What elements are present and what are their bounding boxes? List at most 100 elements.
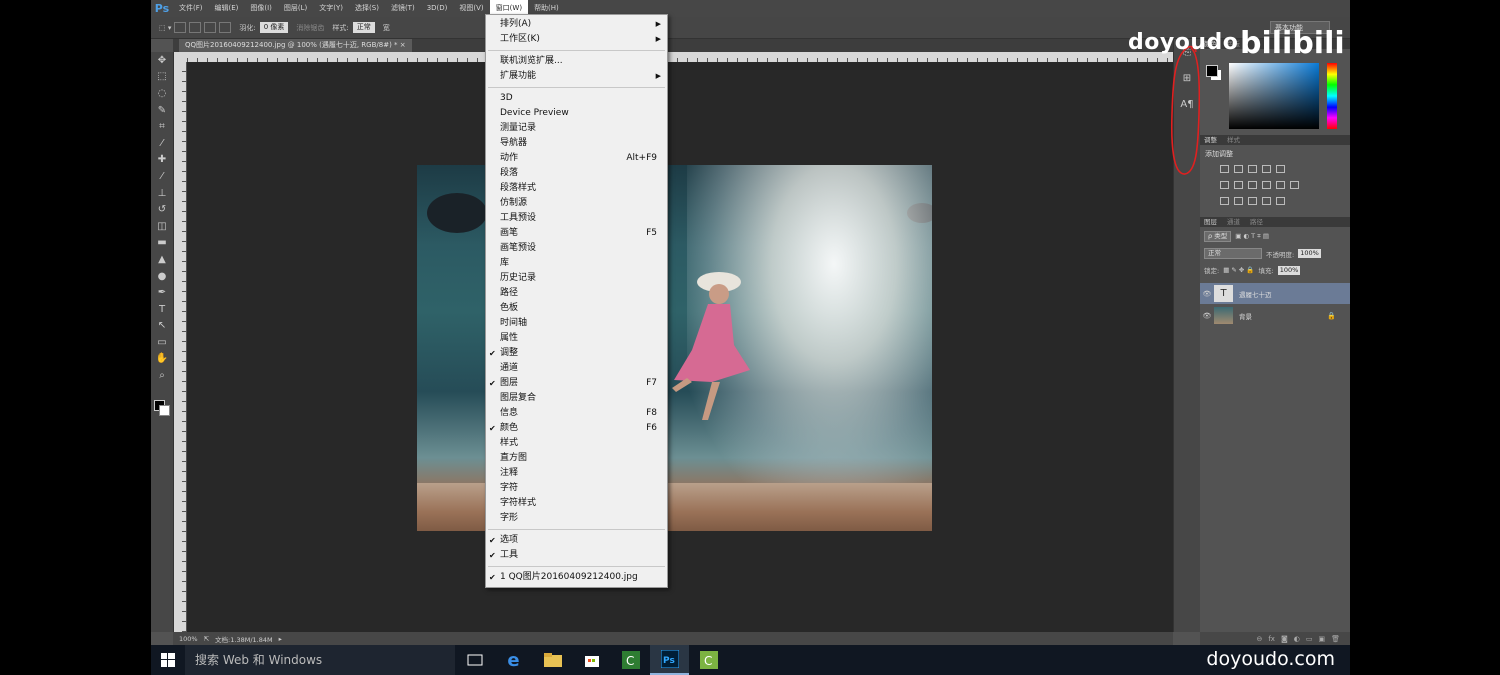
menu-layer[interactable]: 图层(L) xyxy=(278,0,313,17)
tab-channels[interactable]: 通道 xyxy=(1227,217,1240,227)
window-menu-item[interactable]: ✔ 1 QQ图片20160409212400.jpg xyxy=(486,570,667,585)
camtasia-icon[interactable]: C xyxy=(611,645,650,675)
window-menu-item[interactable]: 工作区(K) ▶ xyxy=(486,32,667,47)
healing-tool-icon[interactable]: ✚ xyxy=(151,152,173,169)
photo-filter-icon[interactable] xyxy=(1262,181,1271,189)
levels-icon[interactable] xyxy=(1234,165,1243,173)
antialias-checkbox[interactable]: 消除锯齿 xyxy=(296,23,324,33)
window-menu-item[interactable]: 排列(A) ▶ xyxy=(486,17,667,32)
menu-edit[interactable]: 编辑(E) xyxy=(209,0,245,17)
status-export-icon[interactable]: ⇱ xyxy=(204,635,209,643)
style-select[interactable]: 正常 xyxy=(352,22,375,33)
color-lookup-icon[interactable] xyxy=(1290,181,1299,189)
canvas-area[interactable] xyxy=(187,62,1173,632)
blur-tool-icon[interactable]: ▲ xyxy=(151,251,173,268)
link-layers-icon[interactable]: ⊖ xyxy=(1256,635,1262,643)
black-white-icon[interactable] xyxy=(1248,181,1257,189)
edge-browser-icon[interactable]: e xyxy=(494,645,533,675)
window-menu-item[interactable]: 属性 xyxy=(486,331,667,346)
doc-info[interactable]: 文档:1.38M/1.84M xyxy=(215,634,273,644)
curves-icon[interactable] xyxy=(1248,165,1257,173)
camtasia-recorder-icon[interactable]: C xyxy=(689,645,728,675)
stamp-tool-icon[interactable]: ⊥ xyxy=(151,185,173,202)
close-tab-icon[interactable]: × xyxy=(400,41,406,49)
window-menu-item[interactable]: 时间轴 xyxy=(486,316,667,331)
window-menu-item[interactable]: 直方图 xyxy=(486,451,667,466)
dodge-tool-icon[interactable]: ● xyxy=(151,268,173,285)
window-menu-item[interactable]: 3D xyxy=(486,91,667,106)
type-tool-icon[interactable]: T xyxy=(151,301,173,318)
tab-layers[interactable]: 图层 xyxy=(1204,217,1217,227)
marquee-tool-icon[interactable]: ⬚ xyxy=(151,69,173,86)
window-menu-item[interactable]: ✔ 选项 xyxy=(486,533,667,548)
menu-image[interactable]: 图像(I) xyxy=(244,0,278,17)
document-tab[interactable]: QQ图片20160409212400.jpg @ 100% (遇履七十迈, RG… xyxy=(179,39,412,52)
photoshop-taskbar-icon[interactable]: Ps xyxy=(650,645,689,675)
eye-icon[interactable]: 👁 xyxy=(1200,312,1214,320)
window-menu-item[interactable]: 段落样式 xyxy=(486,181,667,196)
window-menu-item[interactable]: ✔ 工具 xyxy=(486,548,667,563)
eraser-tool-icon[interactable]: ◫ xyxy=(151,218,173,235)
layer-row[interactable]: 👁 背景 🔒 xyxy=(1200,305,1350,326)
gradient-tool-icon[interactable]: ▬ xyxy=(151,235,173,252)
subtract-selection-icon[interactable] xyxy=(204,22,217,33)
window-menu-item[interactable]: ✔ 图层 F7 xyxy=(486,376,667,391)
lock-icons[interactable]: ▦ ✎ ✥ 🔒 xyxy=(1223,266,1254,274)
status-arrow-icon[interactable]: ▸ xyxy=(279,635,282,643)
crop-tool-icon[interactable]: ⌗ xyxy=(151,118,173,135)
window-menu-item[interactable]: ✔ 颜色 F6 xyxy=(486,421,667,436)
history-brush-tool-icon[interactable]: ↺ xyxy=(151,201,173,218)
tab-adjustments[interactable]: 调整 xyxy=(1204,135,1217,145)
selective-color-icon[interactable] xyxy=(1276,197,1285,205)
background-color-swatch[interactable] xyxy=(159,405,170,416)
gradient-map-icon[interactable] xyxy=(1262,197,1271,205)
window-menu-item[interactable]: 历史记录 xyxy=(486,271,667,286)
threshold-icon[interactable] xyxy=(1248,197,1257,205)
file-explorer-icon[interactable] xyxy=(533,645,572,675)
window-menu-item[interactable]: 注释 xyxy=(486,466,667,481)
start-button[interactable] xyxy=(151,645,185,675)
window-menu-item[interactable]: 图层复合 xyxy=(486,391,667,406)
menu-filter[interactable]: 滤镜(T) xyxy=(385,0,421,17)
group-icon[interactable]: ▭ xyxy=(1306,635,1313,643)
window-menu-item[interactable]: 字形 xyxy=(486,511,667,526)
intersect-selection-icon[interactable] xyxy=(219,22,232,33)
path-select-tool-icon[interactable]: ↖ xyxy=(151,318,173,335)
window-menu-item[interactable]: 画笔预设 xyxy=(486,241,667,256)
window-menu-item[interactable]: 色板 xyxy=(486,301,667,316)
window-menu-item[interactable]: Device Preview xyxy=(486,106,667,121)
window-menu-item[interactable]: 联机浏览扩展... xyxy=(486,54,667,69)
window-menu-item[interactable]: 段落 xyxy=(486,166,667,181)
store-icon[interactable] xyxy=(572,645,611,675)
new-layer-icon[interactable]: ▣ xyxy=(1318,635,1325,643)
feather-input[interactable]: 0 像素 xyxy=(259,22,289,33)
window-menu-item[interactable]: 仿制源 xyxy=(486,196,667,211)
menu-select[interactable]: 选择(S) xyxy=(349,0,385,17)
invert-icon[interactable] xyxy=(1220,197,1229,205)
posterize-icon[interactable] xyxy=(1234,197,1243,205)
menu-type[interactable]: 文字(Y) xyxy=(313,0,349,17)
marquee-tool-icon[interactable]: ⬚ ▾ xyxy=(159,24,171,32)
vibrance-icon[interactable] xyxy=(1276,165,1285,173)
pen-tool-icon[interactable]: ✒ xyxy=(151,284,173,301)
move-tool-icon[interactable]: ✥ xyxy=(151,52,173,69)
horizontal-ruler[interactable] xyxy=(187,52,1173,62)
window-menu-item[interactable]: 工具预设 xyxy=(486,211,667,226)
color-foreground-swatch[interactable] xyxy=(1206,65,1218,77)
task-view-icon[interactable] xyxy=(455,645,494,675)
window-menu-item[interactable]: 路径 xyxy=(486,286,667,301)
window-menu-item[interactable]: 信息 F8 xyxy=(486,406,667,421)
delete-layer-icon[interactable]: 🗑 xyxy=(1331,635,1340,643)
window-menu-item[interactable]: 字符 xyxy=(486,481,667,496)
zoom-level[interactable]: 100% xyxy=(179,635,198,643)
vertical-ruler[interactable] xyxy=(174,62,186,632)
tab-styles[interactable]: 样式 xyxy=(1227,135,1240,145)
window-menu-item[interactable]: 字符样式 xyxy=(486,496,667,511)
window-menu-item[interactable]: 测量记录 xyxy=(486,121,667,136)
window-menu-item[interactable]: 扩展功能 ▶ xyxy=(486,69,667,84)
window-menu-item[interactable]: 通道 xyxy=(486,361,667,376)
exposure-icon[interactable] xyxy=(1262,165,1271,173)
window-menu-item[interactable]: 样式 xyxy=(486,436,667,451)
hue-saturation-icon[interactable] xyxy=(1220,181,1229,189)
color-picker-field[interactable] xyxy=(1229,63,1319,129)
